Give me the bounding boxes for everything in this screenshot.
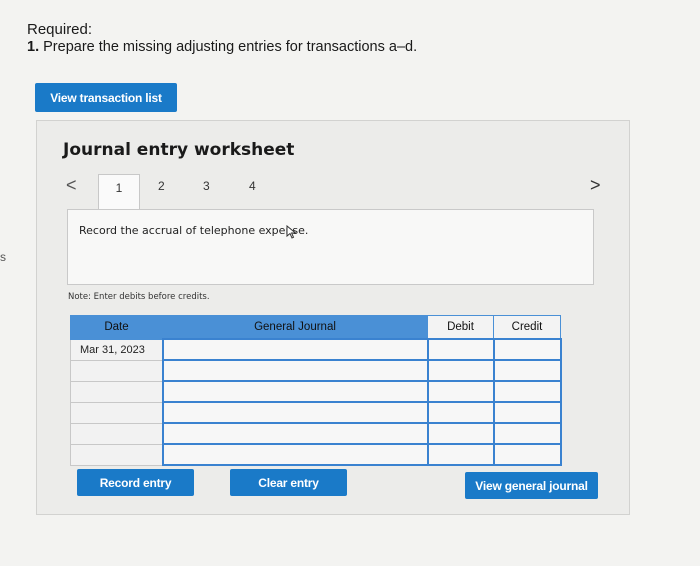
table-row	[70, 443, 562, 466]
date-cell: Mar 31, 2023	[70, 338, 163, 361]
prev-chevron-icon[interactable]: <	[66, 175, 77, 196]
debit-input[interactable]	[426, 401, 495, 424]
view-transaction-list-button[interactable]: View transaction list	[35, 83, 177, 112]
account-input[interactable]	[161, 338, 429, 361]
date-column-header: Date	[70, 315, 163, 340]
credit-input[interactable]	[492, 422, 562, 445]
journal-entry-worksheet: Journal entry worksheet < 1 2 3 4 > Reco…	[36, 120, 630, 515]
margin-letter: s	[0, 250, 6, 264]
instruction-panel: Record the accrual of telephone expense.	[67, 209, 594, 285]
table-row: Mar 31, 2023	[70, 338, 562, 361]
tab-1[interactable]: 1	[98, 174, 140, 210]
debit-input[interactable]	[426, 380, 495, 403]
account-input[interactable]	[161, 401, 429, 424]
credit-input[interactable]	[492, 443, 562, 466]
table-row	[70, 359, 562, 382]
next-chevron-icon[interactable]: >	[590, 175, 601, 196]
debit-input[interactable]	[426, 338, 495, 361]
date-cell	[70, 443, 163, 466]
note-text: Note: Enter debits before credits.	[68, 292, 210, 302]
instruction-label: Record the accrual of telephone expense.	[79, 224, 309, 237]
mouse-cursor-icon	[286, 225, 297, 239]
account-input[interactable]	[161, 422, 429, 445]
credit-input[interactable]	[492, 359, 562, 382]
view-general-journal-button[interactable]: View general journal	[465, 472, 598, 499]
required-text: Prepare the missing adjusting entries fo…	[43, 39, 418, 55]
date-cell	[70, 359, 163, 382]
credit-input[interactable]	[492, 380, 562, 403]
debit-input[interactable]	[426, 443, 495, 466]
journal-table: Date General Journal Debit Credit Mar 31…	[70, 315, 562, 466]
worksheet-title: Journal entry worksheet	[63, 140, 295, 160]
instruction-text: Record the accrual of telephone expense.	[79, 224, 309, 239]
debit-input[interactable]	[426, 422, 495, 445]
required-heading: Required:	[27, 21, 93, 38]
credit-column-header: Credit	[493, 315, 561, 340]
account-input[interactable]	[161, 359, 429, 382]
clear-entry-button[interactable]: Clear entry	[230, 469, 347, 496]
record-entry-button[interactable]: Record entry	[77, 469, 194, 496]
tab-4[interactable]: 4	[249, 179, 256, 193]
required-instruction: 1. Prepare the missing adjusting entries…	[27, 39, 417, 55]
date-cell	[70, 422, 163, 445]
debit-column-header: Debit	[427, 315, 494, 340]
table-row	[70, 380, 562, 403]
table-header-row: Date General Journal Debit Credit	[70, 315, 561, 340]
required-number: 1.	[27, 39, 40, 55]
credit-input[interactable]	[492, 338, 562, 361]
credit-input[interactable]	[492, 401, 562, 424]
account-input[interactable]	[161, 380, 429, 403]
date-cell	[70, 380, 163, 403]
debit-input[interactable]	[426, 359, 495, 382]
tab-2[interactable]: 2	[158, 179, 165, 193]
date-cell	[70, 401, 163, 424]
account-input[interactable]	[161, 443, 429, 466]
table-row	[70, 401, 562, 424]
table-row	[70, 422, 562, 445]
tab-3[interactable]: 3	[203, 179, 210, 193]
general-journal-column-header: General Journal	[162, 315, 428, 340]
